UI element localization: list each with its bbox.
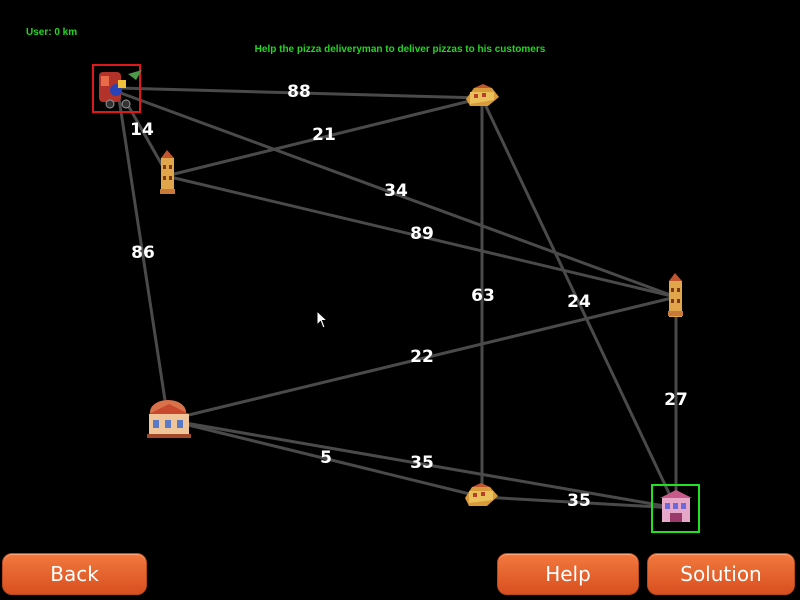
solution-button[interactable]: Solution — [647, 553, 795, 595]
roads — [116, 86, 678, 510]
back-button[interactable]: Back — [2, 553, 147, 595]
customer-node[interactable] — [160, 150, 175, 194]
distance-label: 89 — [410, 224, 434, 244]
house-icon — [465, 483, 498, 506]
road-distances: 88 14 21 34 89 86 63 24 27 22 5 35 35 — [130, 82, 688, 511]
mouse-cursor-icon — [316, 310, 329, 329]
delivery-map: 88 14 21 34 89 86 63 24 27 22 5 35 35 — [92, 64, 700, 533]
distance-label: 27 — [664, 390, 688, 410]
pink-shop-icon — [660, 490, 692, 522]
shop-icon — [147, 400, 191, 438]
distance-label: 22 — [410, 347, 434, 367]
help-button[interactable]: Help — [497, 553, 639, 595]
distance-label: 34 — [384, 181, 408, 201]
tower-icon — [668, 273, 683, 317]
distance-label: 35 — [567, 491, 591, 511]
distance-label: 24 — [567, 292, 591, 312]
customer-node[interactable] — [466, 84, 499, 106]
customer-node[interactable] — [147, 400, 191, 438]
distance-label: 14 — [130, 120, 154, 140]
house-icon — [466, 84, 499, 106]
distance-label: 5 — [320, 448, 332, 468]
distance-label: 21 — [312, 125, 336, 145]
distance-label: 63 — [471, 286, 495, 306]
tower-icon — [160, 150, 175, 194]
distance-label: 88 — [287, 82, 311, 102]
customer-node[interactable] — [668, 273, 683, 317]
customer-node[interactable] — [465, 483, 498, 506]
distance-label: 86 — [131, 243, 155, 263]
distance-label: 35 — [410, 453, 434, 473]
